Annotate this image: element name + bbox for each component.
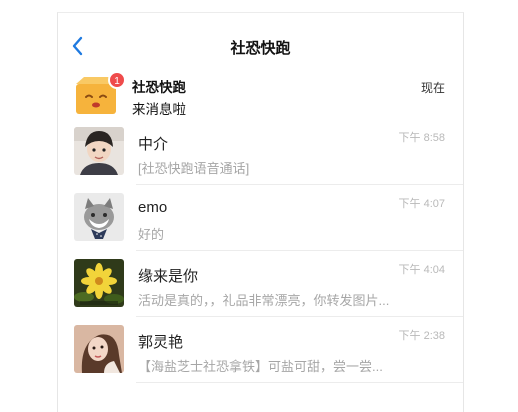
message-preview: 【海盐芝士社恐拿铁】可盐可甜，尝一尝... — [138, 359, 383, 374]
chat-row[interactable]: 缘来是你 活动是真的，，礼品非常漂亮，你转发图片... 下午 4:04 — [58, 251, 463, 317]
chat-row[interactable]: 郭灵艳 【海盐芝士社恐拿铁】可盐可甜，尝一尝... 下午 2:38 — [58, 317, 463, 383]
contact-name: 缘来是你 — [138, 268, 199, 285]
nav-bar: 社恐快跑 — [58, 13, 463, 71]
divider — [136, 382, 463, 383]
avatar — [74, 127, 124, 175]
unread-badge: 1 — [108, 71, 126, 89]
notice-message: 来消息啦 — [132, 102, 186, 117]
phone-screen: 社恐快跑 1 社恐快跑 来消息啦 现在 中介 [社恐快跑语音通话] 下午 8:5… — [57, 12, 464, 412]
message-time: 下午 4:04 — [398, 264, 445, 276]
contact-name: emo — [138, 199, 168, 216]
chat-row[interactable]: emo 好的 下午 4:07 — [58, 185, 463, 251]
message-time: 下午 8:58 — [398, 132, 445, 144]
contact-name: 郭灵艳 — [138, 334, 184, 351]
notice-title: 社恐快跑 — [132, 80, 186, 95]
chat-row[interactable]: 中介 [社恐快跑语音通话] 下午 8:58 — [58, 119, 463, 185]
message-time: 下午 2:38 — [398, 330, 445, 342]
contact-name: 中介 — [138, 136, 169, 153]
message-preview: 好的 — [138, 227, 165, 242]
message-preview: [社恐快跑语音通话] — [138, 161, 250, 176]
notice-time: 现在 — [420, 81, 445, 95]
avatar — [74, 325, 124, 373]
message-preview: 活动是真的，，礼品非常漂亮，你转发图片... — [138, 293, 390, 308]
message-time: 下午 4:07 — [398, 198, 445, 210]
page-title: 社恐快跑 — [230, 40, 291, 57]
notification-item[interactable]: 1 社恐快跑 来消息啦 现在 — [58, 71, 463, 119]
avatar — [74, 259, 124, 307]
avatar — [74, 193, 124, 241]
chat-list: 中介 [社恐快跑语音通话] 下午 8:58 emo 好的 下午 4:07 缘来是… — [58, 119, 463, 383]
